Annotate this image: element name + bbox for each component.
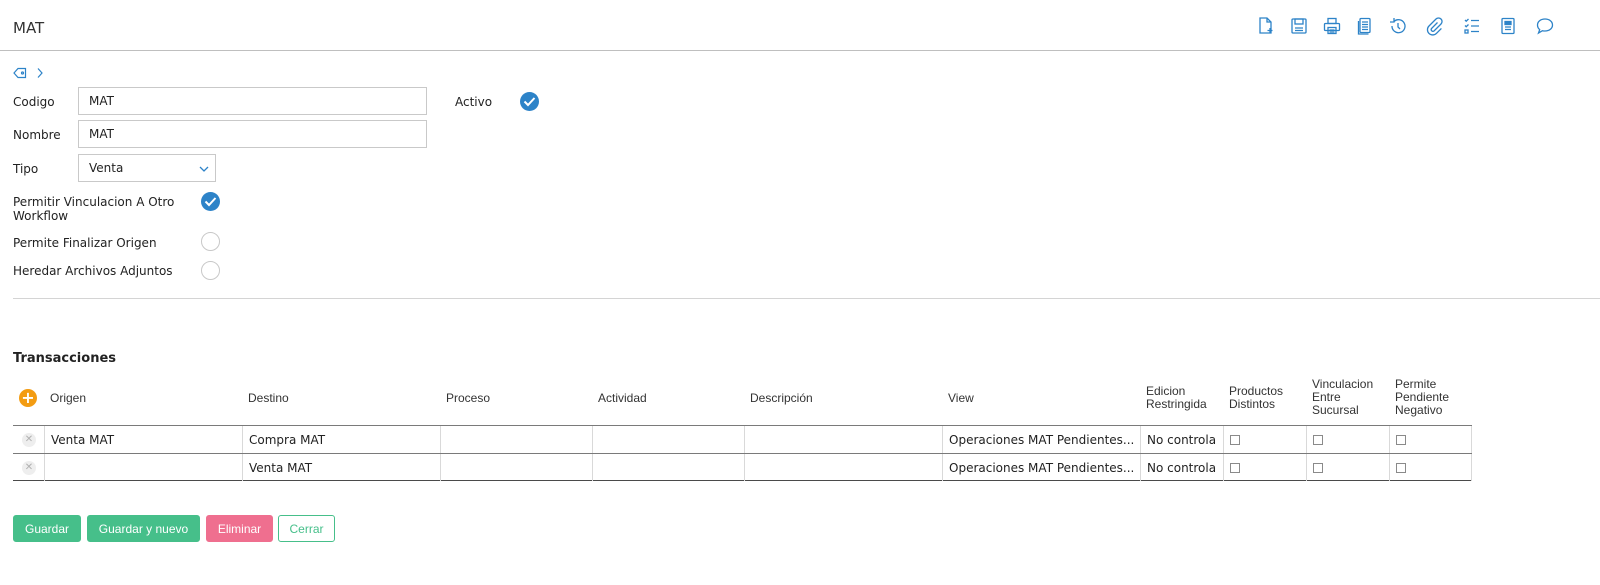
cell-permite-pendiente-negativo [1390,454,1472,481]
add-row-button[interactable]: + [19,389,37,407]
new-document-icon[interactable] [1254,13,1278,39]
cell-destino[interactable]: Venta MAT [243,454,441,481]
guardar-y-nuevo-button[interactable]: Guardar y nuevo [87,515,200,542]
column-header-proceso: Proceso [446,391,491,405]
column-header-descripcion: Descripción [750,391,813,405]
tipo-value: Venta [89,161,124,175]
nombre-label: Nombre [13,128,61,142]
cell-proceso[interactable] [441,454,593,481]
nombre-value: MAT [89,127,114,141]
column-header-actividad: Actividad [598,391,647,405]
cerrar-button[interactable]: Cerrar [278,515,335,542]
cell-proceso[interactable] [441,426,593,453]
chevron-down-icon [199,166,209,172]
activo-toggle[interactable] [520,92,539,111]
print-icon[interactable] [1320,13,1344,39]
delete-row-icon[interactable]: ✕ [22,460,36,475]
heredar-archivos-toggle[interactable] [201,261,220,280]
permite-pendiente-negativo-checkbox[interactable] [1396,462,1406,473]
table-row: ✕ Venta MAT Compra MAT Operaciones MAT P… [13,425,1472,453]
permite-pendiente-negativo-checkbox[interactable] [1396,434,1406,445]
cell-productos-distintos [1224,426,1307,453]
codigo-label: Codigo [13,95,55,109]
permitir-vinculacion-toggle[interactable] [201,192,220,211]
cell-view[interactable]: Operaciones MAT Pendientes... [943,454,1141,481]
tipo-label: Tipo [13,162,39,176]
checkmark-icon [523,97,536,107]
cell-actividad[interactable] [593,426,745,453]
toolbar [0,13,1600,39]
column-header-origen: Origen [50,391,87,405]
column-header-destino: Destino [248,391,289,405]
copy-icon[interactable] [1353,13,1377,39]
page-header: MAT [0,0,1600,51]
codigo-field[interactable]: MAT [78,87,427,115]
cell-origen[interactable]: Venta MAT [45,426,243,453]
permite-finalizar-label: Permite Finalizar Origen [13,236,157,250]
cell-productos-distintos [1224,454,1307,481]
cell-edicion-restringida[interactable]: No controla [1141,454,1224,481]
guardar-button[interactable]: Guardar [13,515,81,542]
cell-vinculacion-entre-sucursal [1307,426,1390,453]
cell-destino[interactable]: Compra MAT [243,426,441,453]
cell-view[interactable]: Operaciones MAT Pendientes... [943,426,1141,453]
chevron-right-icon [37,68,43,78]
permite-finalizar-toggle[interactable] [201,232,220,251]
notes-icon[interactable] [1496,13,1520,39]
transacciones-title: Transacciones [13,351,116,366]
column-header-permite-pendiente-negativo: Permite Pendiente Negativo [1395,377,1450,417]
permitir-vinculacion-label: Permitir Vinculacion A Otro Workflow [13,195,175,223]
checklist-icon[interactable] [1460,13,1484,39]
comment-icon[interactable] [1533,13,1557,39]
codigo-value: MAT [89,94,114,108]
table-row: ✕ Venta MAT Operaciones MAT Pendientes..… [13,453,1472,481]
cell-origen[interactable] [45,454,243,481]
tipo-select[interactable]: Venta [78,154,216,182]
cell-descripcion[interactable] [745,426,943,453]
attachment-icon[interactable] [1422,13,1446,39]
column-header-productos-distintos: Productos Distintos [1229,384,1284,411]
cell-actividad[interactable] [593,454,745,481]
row-delete-cell: ✕ [13,454,45,481]
vinculacion-entre-sucursal-checkbox[interactable] [1313,462,1323,473]
column-header-edicion-restringida: Edicion Restringida [1146,384,1207,411]
history-icon[interactable] [1386,13,1410,39]
activo-label: Activo [455,95,493,109]
breadcrumb [13,66,43,80]
productos-distintos-checkbox[interactable] [1230,434,1240,445]
column-header-view: View [948,391,974,405]
save-icon[interactable] [1287,13,1311,39]
delete-row-icon[interactable]: ✕ [22,432,36,447]
checkmark-icon [204,197,217,207]
cell-edicion-restringida[interactable]: No controla [1141,426,1224,453]
productos-distintos-checkbox[interactable] [1230,462,1240,473]
column-header-vinculacion-entre-sucursal: Vinculacion Entre Sucursal [1312,377,1374,417]
vinculacion-entre-sucursal-checkbox[interactable] [1313,434,1323,445]
cell-vinculacion-entre-sucursal [1307,454,1390,481]
row-delete-cell: ✕ [13,426,45,453]
cell-permite-pendiente-negativo [1390,426,1472,453]
eliminar-button[interactable]: Eliminar [206,515,273,542]
tag-icon [13,67,27,79]
cell-descripcion[interactable] [745,454,943,481]
heredar-archivos-label: Heredar Archivos Adjuntos [13,264,173,278]
nombre-field[interactable]: MAT [78,120,427,148]
section-divider [13,298,1600,299]
